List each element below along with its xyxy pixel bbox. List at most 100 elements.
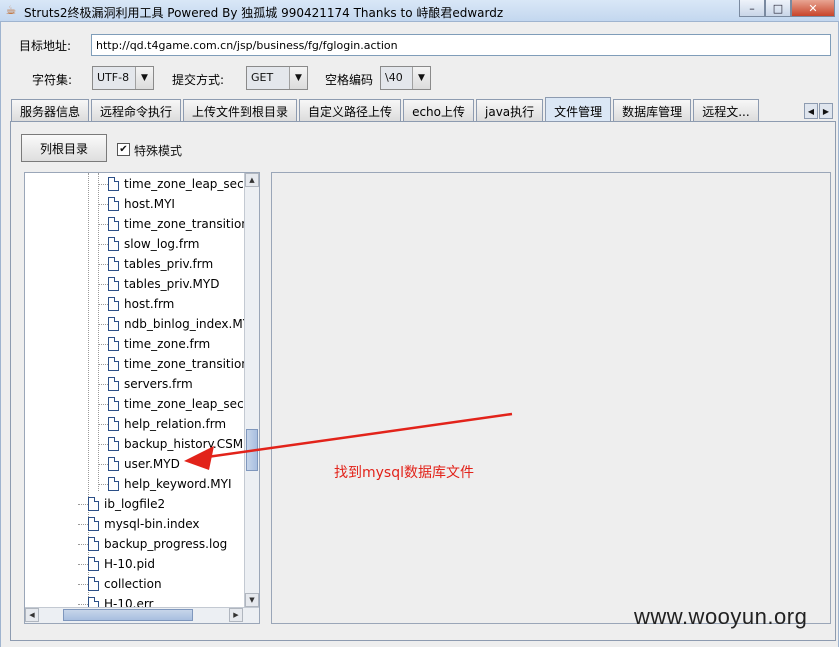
file-icon bbox=[88, 577, 99, 591]
tree-file-item[interactable]: tables_priv.frm bbox=[108, 254, 213, 274]
tree-file-item[interactable]: user.MYD bbox=[108, 454, 180, 474]
tab-scroll-right-button[interactable]: ▶ bbox=[819, 103, 833, 119]
horizontal-scrollbar[interactable]: ◀ ▶ bbox=[25, 607, 259, 623]
tree-file-label: collection bbox=[104, 577, 162, 591]
tree-file-item[interactable]: mysql-bin.index bbox=[88, 514, 200, 534]
tree-file-item[interactable]: tables_priv.MYD bbox=[108, 274, 219, 294]
tree-file-item[interactable]: ndb_binlog_index.MYD bbox=[108, 314, 245, 334]
tree-file-item[interactable]: time_zone_transition.M bbox=[108, 214, 245, 234]
chevron-down-icon: ▼ bbox=[289, 67, 307, 89]
method-value: GET bbox=[247, 67, 289, 89]
scroll-left-icon[interactable]: ◀ bbox=[25, 608, 39, 622]
tree-file-label: time_zone_leap_secor bbox=[124, 177, 245, 191]
file-icon bbox=[108, 377, 119, 391]
scroll-thumb[interactable] bbox=[246, 429, 258, 471]
vertical-scrollbar[interactable]: ▲ ▼ bbox=[244, 173, 259, 607]
file-icon bbox=[108, 257, 119, 271]
tab-echo-upload[interactable]: echo上传 bbox=[403, 99, 474, 121]
tree-file-item[interactable]: servers.frm bbox=[108, 374, 193, 394]
file-icon bbox=[108, 417, 119, 431]
file-icon bbox=[108, 177, 119, 191]
tab-upload-root[interactable]: 上传文件到根目录 bbox=[183, 99, 298, 121]
file-icon bbox=[108, 337, 119, 351]
tree-file-label: help_keyword.MYI bbox=[124, 477, 232, 491]
watermark: www.wooyun.org bbox=[634, 604, 808, 629]
file-icon bbox=[108, 397, 119, 411]
tree-guide-line bbox=[98, 444, 108, 445]
main-window: 目标地址: 字符集: UTF-8 ▼ 提交方式: GET ▼ 空格编码 \40 … bbox=[0, 22, 839, 647]
tree-file-item[interactable]: collection bbox=[88, 574, 162, 594]
tab-custom-upload[interactable]: 自定义路径上传 bbox=[299, 99, 402, 121]
maximize-button[interactable]: □ bbox=[765, 0, 791, 17]
special-mode-checkbox[interactable]: ✔ bbox=[117, 143, 130, 156]
method-select[interactable]: GET ▼ bbox=[246, 66, 308, 90]
tree-file-item[interactable]: slow_log.frm bbox=[108, 234, 200, 254]
target-url-input[interactable] bbox=[91, 34, 831, 56]
method-label: 提交方式: bbox=[172, 73, 225, 87]
tree-guide-line bbox=[98, 284, 108, 285]
file-icon bbox=[88, 597, 99, 607]
tree-file-label: H-10.err bbox=[104, 597, 154, 607]
tab-database-manager[interactable]: 数据库管理 bbox=[613, 99, 692, 121]
tree-file-label: time_zone.frm bbox=[124, 337, 211, 351]
tree-file-item[interactable]: time_zone_leap_secor bbox=[108, 174, 245, 194]
scroll-up-icon[interactable]: ▲ bbox=[245, 173, 259, 187]
tree-file-label: user.MYD bbox=[124, 457, 180, 471]
tree-file-item[interactable]: H-10.err bbox=[88, 594, 153, 607]
tree-guide-line bbox=[78, 604, 88, 605]
tab-file-manager[interactable]: 文件管理 bbox=[545, 97, 612, 121]
tree-file-label: host.frm bbox=[124, 297, 175, 311]
space-encoding-value: \40 bbox=[381, 67, 412, 89]
scroll-down-icon[interactable]: ▼ bbox=[245, 593, 259, 607]
file-tree[interactable]: time_zone_leap_secor host.MYI time_zone_tr… bbox=[24, 172, 260, 624]
tree-file-item[interactable]: help_keyword.MYI bbox=[108, 474, 231, 494]
tree-file-label: host.MYI bbox=[124, 197, 175, 211]
tree-guide-line bbox=[98, 364, 108, 365]
tree-file-item[interactable]: host.frm bbox=[108, 294, 174, 314]
file-icon bbox=[108, 317, 119, 331]
tree-guide-line bbox=[98, 424, 108, 425]
tab-server-info[interactable]: 服务器信息 bbox=[11, 99, 90, 121]
tree-guide-line bbox=[78, 584, 88, 585]
tree-file-item[interactable]: host.MYI bbox=[108, 194, 175, 214]
tab-java-exec[interactable]: java执行 bbox=[476, 99, 544, 121]
charset-value: UTF-8 bbox=[93, 67, 135, 89]
window-title: Struts2终极漏洞利用工具 Powered By 独孤城 990421174… bbox=[24, 6, 504, 20]
file-icon bbox=[108, 297, 119, 311]
tree-guide-line bbox=[78, 564, 88, 565]
tree-file-item[interactable]: time_zone_leap_secor bbox=[108, 394, 245, 414]
tree-file-item[interactable]: H-10.pid bbox=[88, 554, 155, 574]
tab-remote-command[interactable]: 远程命令执行 bbox=[91, 99, 182, 121]
scroll-thumb-horizontal[interactable] bbox=[63, 609, 193, 621]
tab-scroll-left-button[interactable]: ◀ bbox=[804, 103, 818, 119]
tree-guide-line bbox=[98, 304, 108, 305]
scroll-right-icon[interactable]: ▶ bbox=[229, 608, 243, 622]
tree-file-item[interactable]: help_relation.frm bbox=[108, 414, 226, 434]
tree-file-item[interactable]: time_zone_transition_t bbox=[108, 354, 245, 374]
file-icon bbox=[108, 477, 119, 491]
charset-label: 字符集: bbox=[32, 73, 73, 87]
tree-file-item[interactable]: backup_history.CSM bbox=[108, 434, 243, 454]
tree-file-item[interactable]: ib_logfile2 bbox=[88, 494, 165, 514]
tree-guide-line bbox=[78, 504, 88, 505]
list-root-button[interactable]: 列根目录 bbox=[21, 134, 107, 162]
minimize-button[interactable]: – bbox=[739, 0, 765, 17]
tab-remote-file[interactable]: 远程文... bbox=[693, 99, 759, 121]
tree-file-label: time_zone_transition.M bbox=[124, 217, 245, 231]
tree-file-label: slow_log.frm bbox=[124, 237, 200, 251]
window-controls: – □ ✕ bbox=[739, 0, 835, 18]
tree-file-label: backup_progress.log bbox=[104, 537, 228, 551]
tree-file-label: ndb_binlog_index.MYD bbox=[124, 317, 245, 331]
tree-file-item[interactable]: time_zone.frm bbox=[108, 334, 210, 354]
file-icon bbox=[108, 357, 119, 371]
java-coffee-icon: ☕ bbox=[5, 3, 17, 17]
space-encoding-select[interactable]: \40 ▼ bbox=[380, 66, 431, 90]
file-content-area[interactable] bbox=[271, 172, 831, 624]
tree-guide-line bbox=[78, 524, 88, 525]
close-button[interactable]: ✕ bbox=[791, 0, 835, 17]
tree-file-item[interactable]: backup_progress.log bbox=[88, 534, 227, 554]
file-icon bbox=[108, 197, 119, 211]
file-tree-rows: time_zone_leap_secor host.MYI time_zone_tr… bbox=[25, 173, 245, 607]
charset-select[interactable]: UTF-8 ▼ bbox=[92, 66, 154, 90]
space-encoding-label: 空格编码 bbox=[325, 73, 374, 87]
